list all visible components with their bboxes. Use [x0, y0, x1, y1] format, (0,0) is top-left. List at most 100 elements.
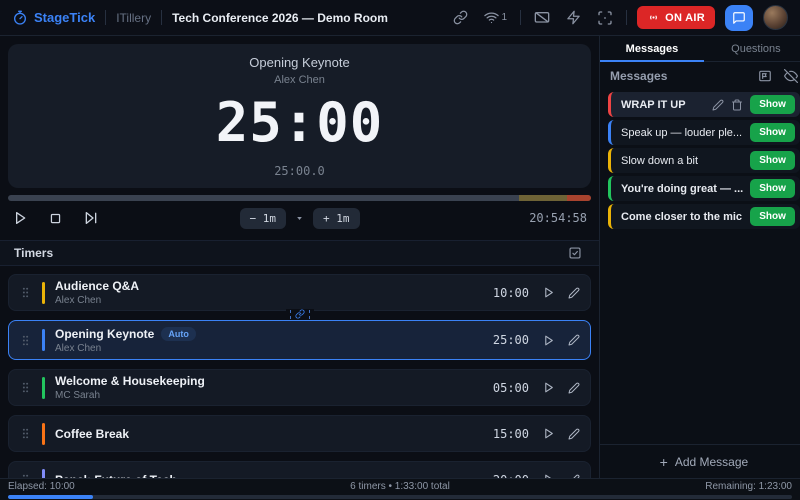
timer-speaker: Alex Chen	[55, 343, 196, 354]
share-link-icon[interactable]	[450, 7, 471, 28]
show-message-button[interactable]: Show	[750, 179, 795, 198]
message-text: Slow down a bit	[621, 155, 743, 167]
timer-speaker: Alex Chen	[55, 295, 139, 306]
app-logo[interactable]: StageTick	[12, 10, 95, 26]
timer-row-actions: 25:00	[493, 333, 580, 347]
linked-timers-connector[interactable]	[286, 309, 314, 319]
message-text: Come closer to the mic	[621, 211, 743, 223]
wall-clock: 20:54:58	[529, 211, 587, 225]
tab-questions[interactable]: Questions	[704, 36, 800, 61]
message-text: Speak up — louder ple...	[621, 127, 743, 139]
timers-summary: 6 timers • 1:33:00 total	[350, 481, 450, 492]
timer-duration: 10:00	[493, 286, 529, 300]
row-edit-pencil-icon[interactable]	[568, 382, 580, 394]
edit-message-pencil-icon[interactable]	[712, 99, 724, 111]
timer-duration: 05:00	[493, 381, 529, 395]
timers-section-title: Timers	[14, 246, 53, 260]
timer-row[interactable]: Coffee Break 15:00	[8, 415, 591, 452]
message-item[interactable]: You're doing great — ... Show	[608, 176, 800, 201]
timer-title: Welcome & Housekeeping	[55, 374, 205, 388]
timer-title: Coffee Break	[55, 427, 129, 441]
timer-speaker: MC Sarah	[55, 390, 205, 401]
timer-info: Coffee Break	[55, 427, 129, 441]
drag-handle-icon[interactable]	[19, 427, 32, 440]
active-tab-underline	[600, 60, 704, 62]
show-message-button[interactable]: Show	[750, 95, 795, 114]
tab-messages[interactable]: Messages	[600, 36, 704, 61]
connections-wifi-icon[interactable]: 1	[481, 7, 511, 28]
divider	[520, 10, 521, 25]
row-play-icon[interactable]	[542, 381, 555, 394]
message-list: WRAP IT UP Show Speak up — louder ple...…	[600, 90, 800, 444]
timer-row-selected[interactable]: Opening Keynote Auto Alex Chen 25:00	[8, 320, 591, 360]
row-play-icon[interactable]	[542, 427, 555, 440]
timer-row[interactable]: Audience Q&A Alex Chen 10:00	[8, 274, 591, 311]
plus-1m-button[interactable]: + 1m	[313, 208, 360, 229]
row-play-icon[interactable]	[542, 334, 555, 347]
message-text: You're doing great — ...	[621, 183, 743, 195]
connection-count: 1	[502, 12, 508, 23]
add-message-label: Add Message	[675, 455, 748, 469]
timer-list: Audience Q&A Alex Chen 10:00	[0, 266, 599, 478]
show-message-button[interactable]: Show	[750, 151, 795, 170]
row-play-icon[interactable]	[542, 286, 555, 299]
timer-row[interactable]: Panel: Future of Tech 20:00	[8, 461, 591, 478]
status-bar: Elapsed: 10:00 6 timers • 1:33:00 total …	[0, 478, 800, 500]
chevron-down-icon[interactable]	[295, 215, 304, 222]
row-edit-pencil-icon[interactable]	[568, 287, 580, 299]
row-edit-pencil-icon[interactable]	[568, 334, 580, 346]
hide-messages-eye-off-icon[interactable]	[784, 69, 798, 83]
flash-icon[interactable]	[563, 7, 584, 28]
message-item[interactable]: WRAP IT UP Show	[608, 92, 800, 117]
chat-button[interactable]	[725, 5, 753, 31]
drag-handle-icon[interactable]	[19, 286, 32, 299]
app-name: StageTick	[34, 10, 95, 25]
transport-controls: − 1m + 1m 20:54:58	[0, 201, 599, 235]
preset-flag-icon[interactable]	[758, 69, 772, 83]
message-item[interactable]: Come closer to the mic Show	[608, 204, 800, 229]
show-message-button[interactable]: Show	[750, 207, 795, 226]
timer-info: Welcome & Housekeeping MC Sarah	[55, 374, 205, 401]
skip-next-button[interactable]	[83, 210, 99, 226]
timer-info: Opening Keynote Auto Alex Chen	[55, 327, 196, 354]
play-button[interactable]	[12, 210, 28, 226]
minus-1m-button[interactable]: − 1m	[240, 208, 287, 229]
timer-color-bar	[42, 377, 45, 399]
user-avatar[interactable]	[763, 5, 788, 30]
divider	[161, 10, 162, 25]
on-air-button[interactable]: ON AIR	[637, 6, 715, 29]
right-sidebar: Messages Questions Messages WRAP IT	[600, 36, 800, 478]
show-message-button[interactable]: Show	[750, 123, 795, 142]
focus-mode-icon[interactable]	[594, 7, 616, 29]
auto-badge: Auto	[161, 327, 196, 341]
timer-color-bar	[42, 469, 45, 479]
overall-progress-track	[8, 495, 792, 499]
delete-message-trash-icon[interactable]	[731, 99, 743, 111]
remaining-label: Remaining: 1:23:00	[705, 481, 792, 492]
broadcast-icon	[647, 11, 660, 24]
add-message-button[interactable]: + Add Message	[600, 444, 800, 478]
row-edit-pencil-icon[interactable]	[568, 428, 580, 440]
tab-questions-label: Questions	[731, 43, 781, 55]
timers-section-header: Timers	[0, 240, 599, 266]
drag-handle-icon[interactable]	[19, 334, 32, 347]
active-timer-display: Opening Keynote Alex Chen 25:00 25:00.0	[8, 44, 591, 188]
stop-button[interactable]	[48, 211, 63, 226]
display-off-icon[interactable]	[531, 7, 553, 29]
timer-color-bar	[42, 282, 45, 304]
timer-row[interactable]: Welcome & Housekeeping MC Sarah 05:00	[8, 369, 591, 406]
divider	[105, 10, 106, 25]
select-check-square-icon[interactable]	[565, 243, 585, 263]
message-item[interactable]: Slow down a bit Show	[608, 148, 800, 173]
transport-buttons	[12, 210, 99, 226]
timer-info: Audience Q&A Alex Chen	[55, 279, 139, 306]
countdown-time: 25:00	[216, 96, 384, 150]
timer-row-actions: 15:00	[493, 427, 580, 441]
chain-link-icon	[295, 309, 305, 319]
message-item[interactable]: Speak up — louder ple... Show	[608, 120, 800, 145]
timer-duration: 25:00	[493, 333, 529, 347]
dash-line	[290, 310, 291, 319]
timer-title: Audience Q&A	[55, 279, 139, 293]
drag-handle-icon[interactable]	[19, 381, 32, 394]
org-name: ITillery	[116, 11, 151, 25]
